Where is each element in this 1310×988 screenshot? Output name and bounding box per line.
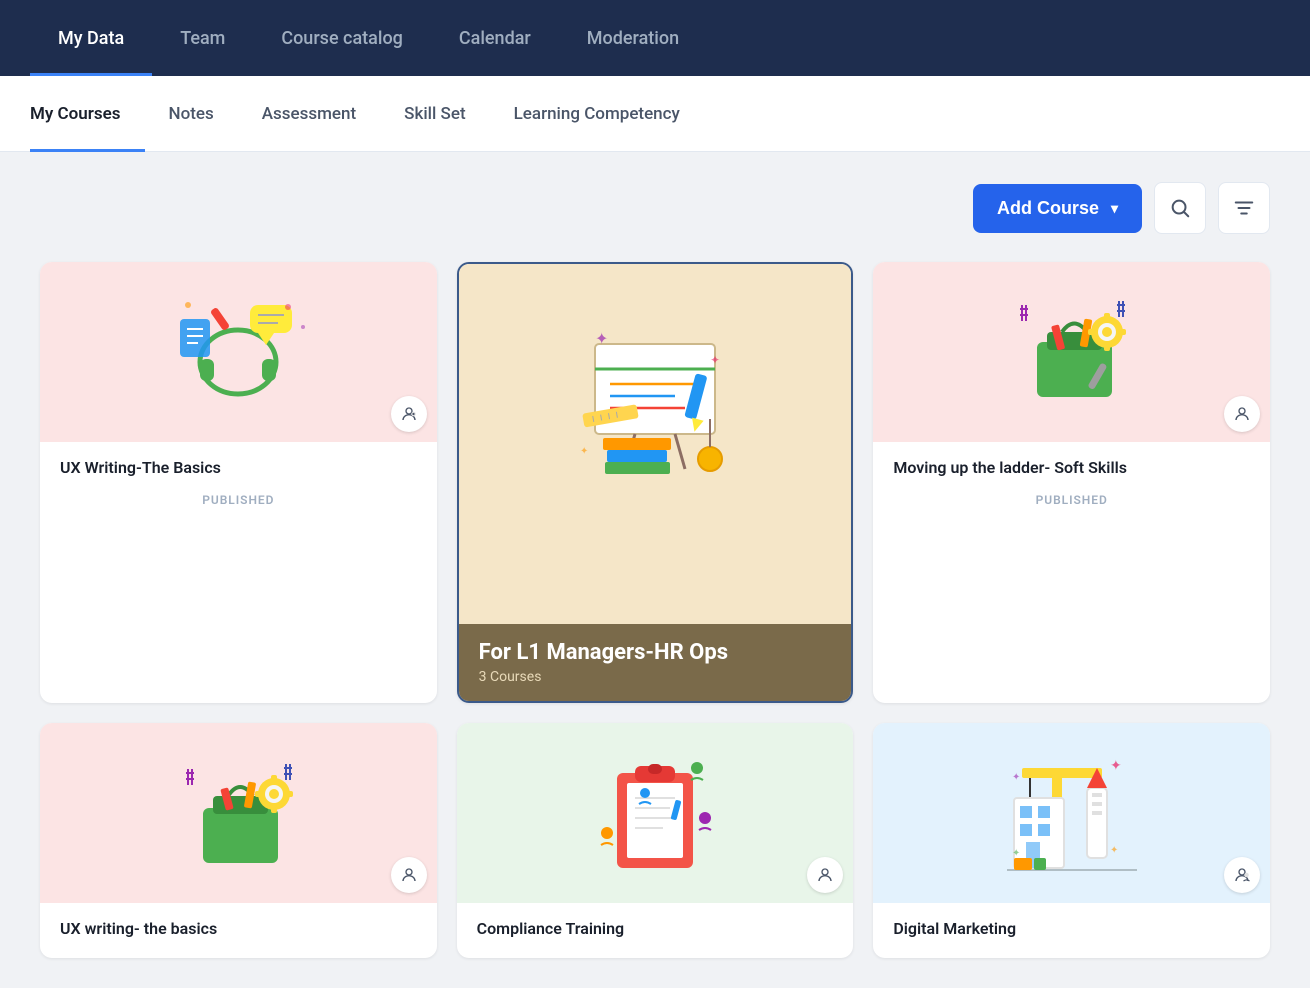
- card-avatar-6: [1224, 857, 1260, 893]
- card-title-1: UX Writing-The Basics: [60, 458, 417, 477]
- svg-text:✦: ✦: [1110, 758, 1122, 774]
- card-image-4: [40, 723, 437, 903]
- card-image-2: ✦ ✦ ✦: [459, 264, 852, 624]
- card-title-5: Compliance Training: [477, 919, 834, 938]
- search-button[interactable]: [1154, 182, 1206, 234]
- tab-my-courses[interactable]: My Courses: [30, 76, 145, 152]
- filter-icon: [1233, 197, 1255, 219]
- card-status-3: PUBLISHED: [893, 481, 1250, 515]
- card-body-5: Compliance Training: [457, 903, 854, 958]
- main-content: Add Course ▾: [0, 152, 1310, 988]
- card-avatar-5: [807, 857, 843, 893]
- search-icon: [1169, 197, 1191, 219]
- course-card-1[interactable]: UX Writing-The Basics PUBLISHED: [40, 262, 437, 703]
- courses-grid: UX Writing-The Basics PUBLISHED: [40, 262, 1270, 958]
- course-card-4[interactable]: UX writing- the basics: [40, 723, 437, 958]
- card-image-6: ✦ ✦ ✦ ✦: [873, 723, 1270, 903]
- featured-card-subtitle: 3 Courses: [479, 669, 832, 685]
- card-title-6: Digital Marketing: [893, 919, 1250, 938]
- course-card-6[interactable]: ✦ ✦ ✦ ✦: [873, 723, 1270, 958]
- card-image-3: [873, 262, 1270, 442]
- nav-course-catalog[interactable]: Course catalog: [253, 0, 431, 76]
- svg-text:✦: ✦: [1012, 772, 1020, 783]
- tab-assessment[interactable]: Assessment: [238, 76, 380, 152]
- add-course-label: Add Course: [997, 198, 1099, 219]
- card-avatar-1: [391, 396, 427, 432]
- svg-text:✦: ✦: [1012, 848, 1020, 859]
- nav-my-data[interactable]: My Data: [30, 0, 152, 76]
- nav-moderation[interactable]: Moderation: [559, 0, 707, 76]
- course-card-2[interactable]: ✦ ✦ ✦ For L1 Managers-HR Ops 3 Courses: [457, 262, 854, 703]
- nav-calendar[interactable]: Calendar: [431, 0, 559, 76]
- tab-notes[interactable]: Notes: [145, 76, 238, 152]
- sub-nav: My Courses Notes Assessment Skill Set Le…: [0, 76, 1310, 152]
- top-nav: My Data Team Course catalog Calendar Mod…: [0, 0, 1310, 76]
- tab-skill-set[interactable]: Skill Set: [380, 76, 489, 152]
- card-status-1: PUBLISHED: [60, 481, 417, 515]
- svg-text:✦: ✦: [710, 353, 720, 367]
- svg-text:✦: ✦: [580, 446, 588, 457]
- card-body-4: UX writing- the basics: [40, 903, 437, 958]
- card-avatar-4: [391, 857, 427, 893]
- card-body-1: UX Writing-The Basics PUBLISHED: [40, 442, 437, 531]
- card-image-5: [457, 723, 854, 903]
- card-body-6: Digital Marketing: [873, 903, 1270, 958]
- add-course-button[interactable]: Add Course ▾: [973, 184, 1142, 233]
- svg-text:✦: ✦: [595, 329, 608, 348]
- tab-learning-competency[interactable]: Learning Competency: [490, 76, 704, 152]
- card-body-3: Moving up the ladder- Soft Skills PUBLIS…: [873, 442, 1270, 531]
- add-course-chevron-icon: ▾: [1111, 200, 1118, 217]
- svg-text:✦: ✦: [1110, 845, 1118, 856]
- nav-team[interactable]: Team: [152, 0, 253, 76]
- card-title-4: UX writing- the basics: [60, 919, 417, 938]
- featured-card-title: For L1 Managers-HR Ops: [479, 640, 832, 665]
- toolbar: Add Course ▾: [40, 182, 1270, 234]
- card-overlay-2: For L1 Managers-HR Ops 3 Courses: [459, 624, 852, 701]
- course-card-3[interactable]: Moving up the ladder- Soft Skills PUBLIS…: [873, 262, 1270, 703]
- course-card-5[interactable]: Compliance Training: [457, 723, 854, 958]
- card-avatar-3: [1224, 396, 1260, 432]
- card-image-1: [40, 262, 437, 442]
- card-title-3: Moving up the ladder- Soft Skills: [893, 458, 1250, 477]
- filter-button[interactable]: [1218, 182, 1270, 234]
